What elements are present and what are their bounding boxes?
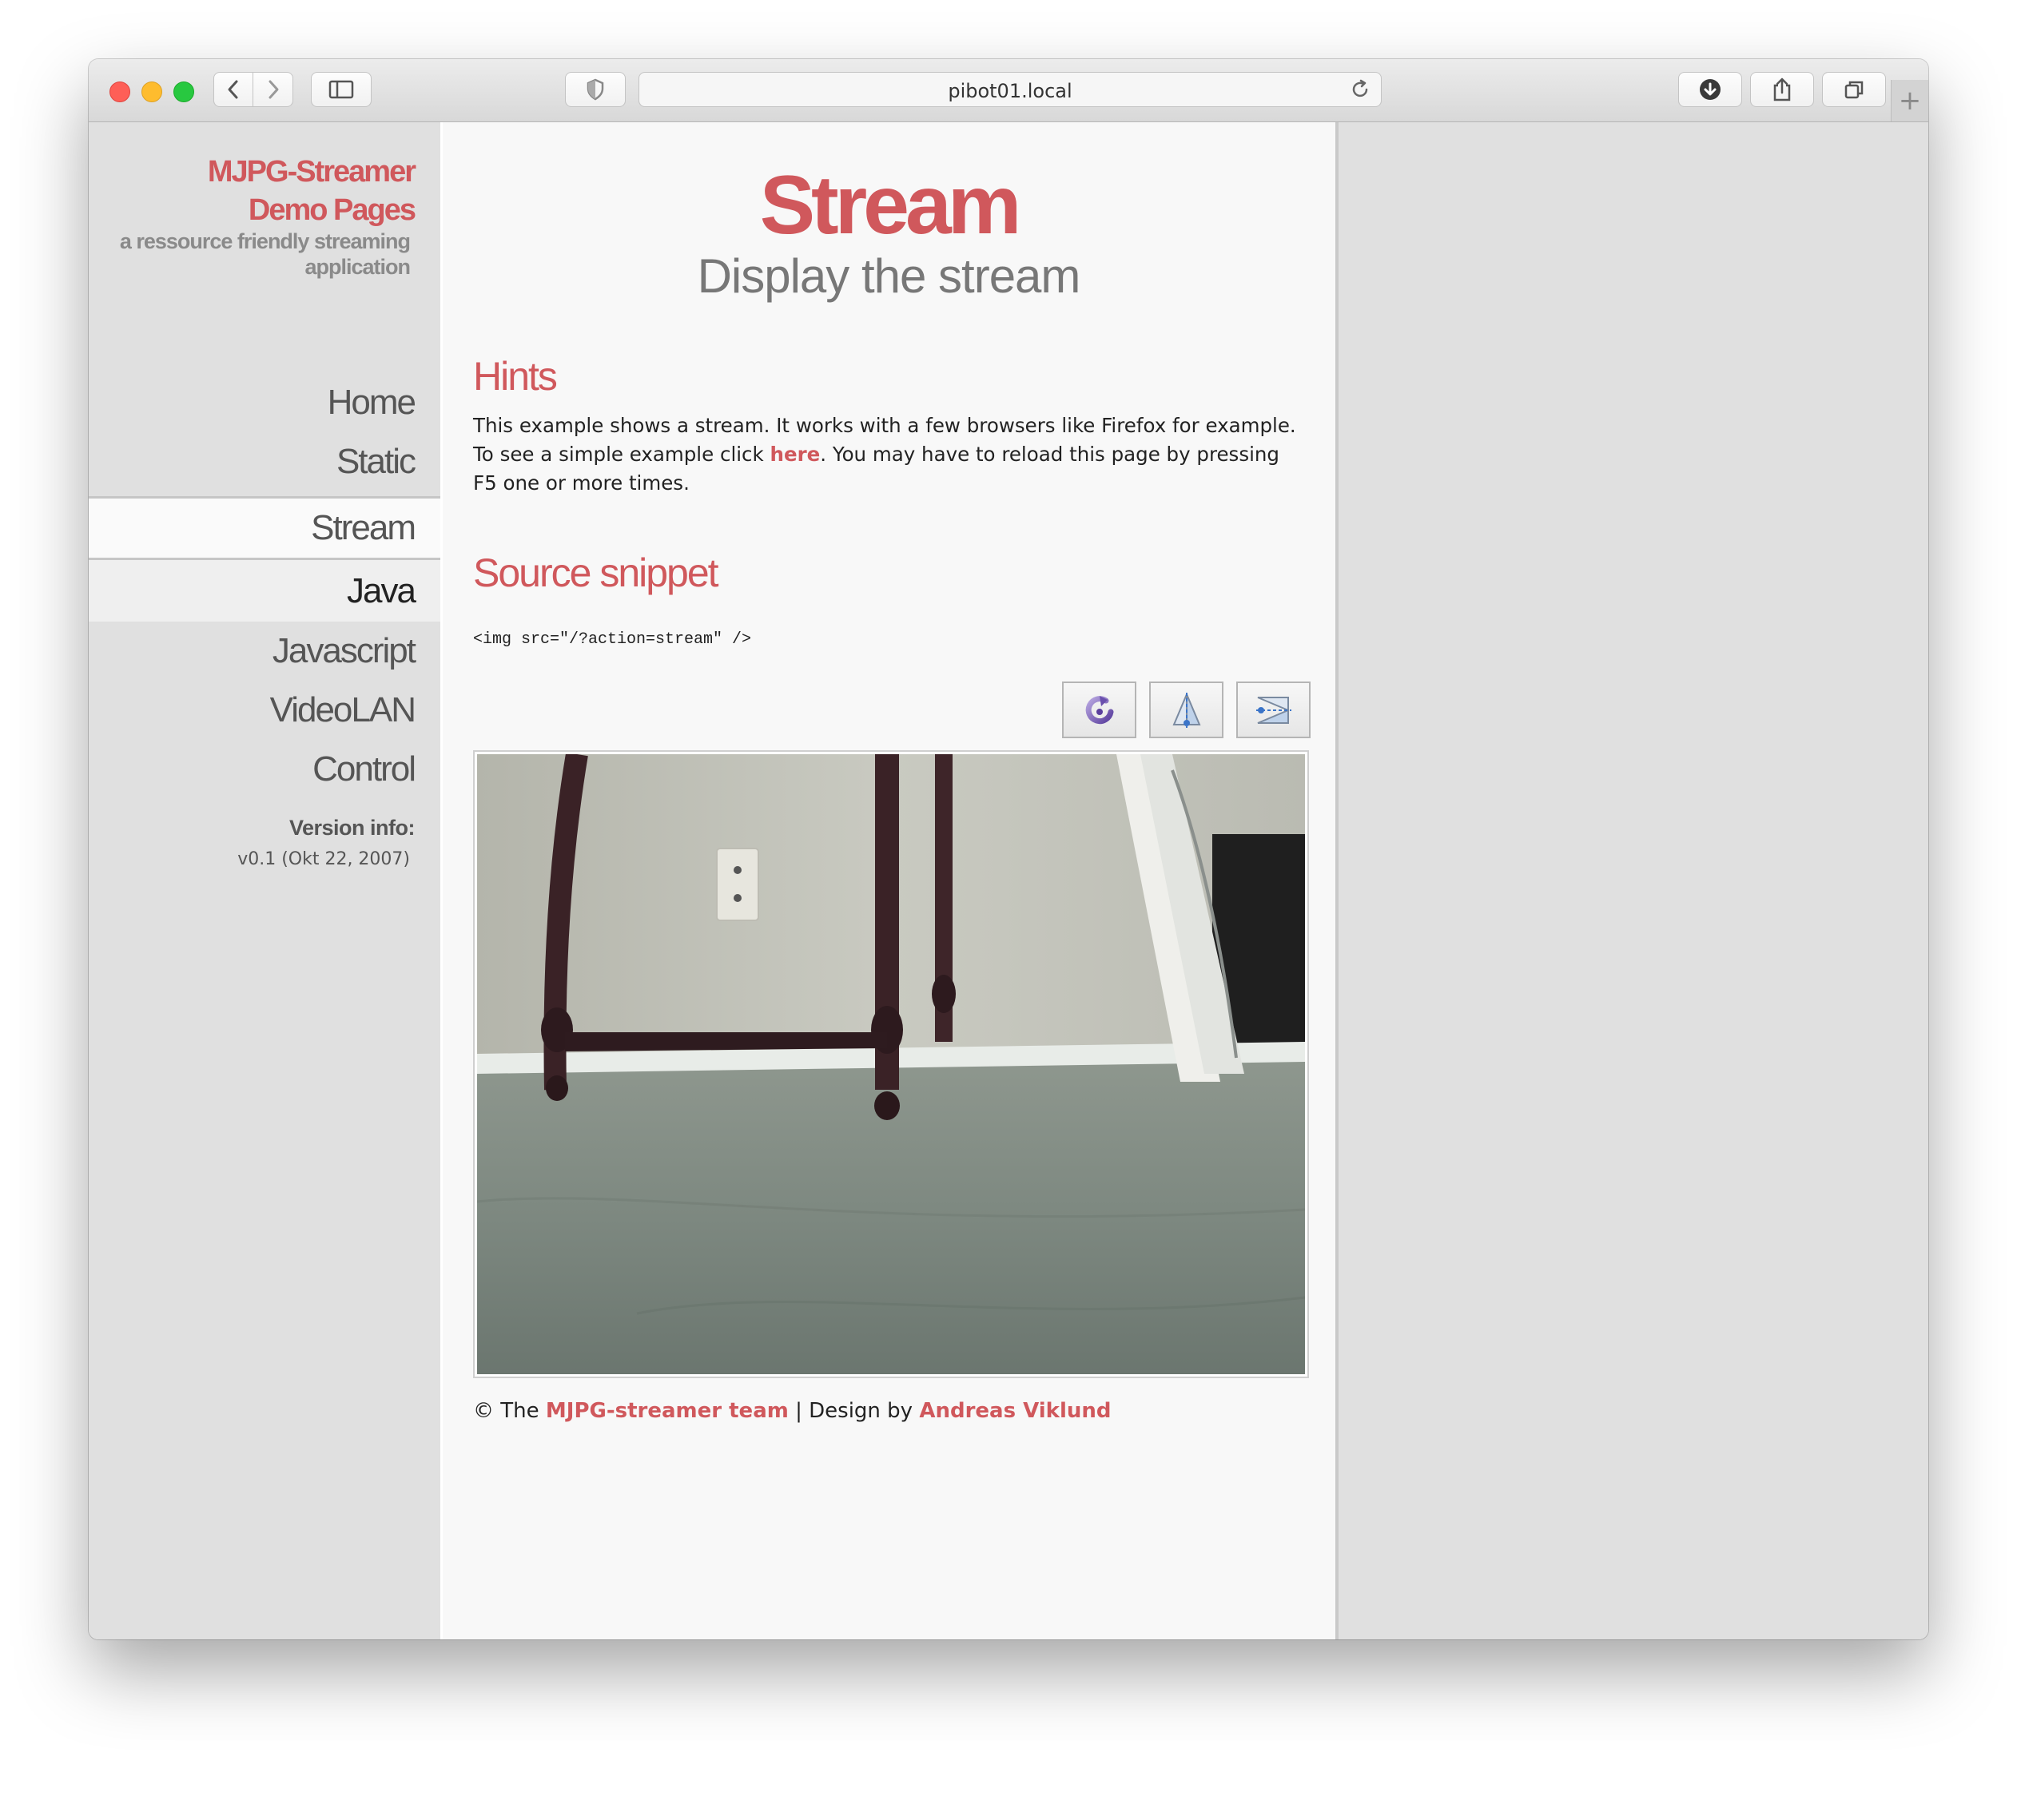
source-code: <img src="/?action=stream" /> [473, 630, 752, 649]
rotate-button[interactable] [1062, 682, 1136, 738]
address-bar[interactable]: pibot01.local [639, 72, 1382, 107]
url-text: pibot01.local [948, 80, 1072, 102]
browser-toolbar: pibot01.local + [89, 59, 1928, 122]
privacy-report-button[interactable] [565, 72, 626, 107]
designer-link[interactable]: Andreas Viklund [919, 1399, 1111, 1423]
zoom-window-button[interactable] [173, 81, 194, 102]
page-subtitle: Display the stream [697, 249, 1081, 303]
stream-frame [473, 750, 1309, 1378]
share-button[interactable] [1750, 72, 1814, 107]
minimize-window-button[interactable] [141, 81, 162, 102]
brand-title-line1: MJPG-Streamer [207, 155, 416, 189]
tab-overview-button[interactable] [1822, 72, 1886, 107]
page-title: Stream [759, 159, 1022, 252]
sidebar-toggle-button[interactable] [311, 72, 372, 107]
source-snippet-heading: Source snippet [473, 550, 719, 595]
history-nav [213, 72, 293, 107]
nav-videolan[interactable]: VideoLAN [89, 681, 440, 740]
sidebar-icon [328, 80, 354, 99]
back-button[interactable] [213, 72, 253, 107]
footer-mid: | Design by [788, 1399, 920, 1423]
download-icon [1700, 79, 1721, 100]
hints-heading: Hints [473, 354, 558, 399]
web-content: MJPG-Streamer Demo Pages a ressource fri… [89, 122, 1928, 1639]
tabs-icon [1844, 81, 1864, 99]
here-link[interactable]: here [770, 443, 821, 466]
nav-java[interactable]: Java [89, 560, 440, 622]
browser-window: pibot01.local + MJPG-Streamer Demo Pages… [89, 59, 1928, 1639]
brand-tagline: a ressource friendly streaming applicati… [119, 229, 411, 279]
hints-paragraph: This example shows a stream. It works wi… [473, 411, 1304, 498]
content-column: Stream Display the stream Hints This exa… [473, 122, 1311, 1496]
main-nav: Home Static Stream Java Javascript Video… [89, 373, 440, 799]
version-label: Version info: [288, 816, 416, 840]
forward-button[interactable] [253, 72, 293, 107]
share-icon [1773, 77, 1791, 101]
version-value: v0.1 (Okt 22, 2007) [237, 849, 410, 869]
flip-vertical-icon [1172, 692, 1201, 728]
flip-horizontal-button[interactable] [1236, 682, 1311, 738]
reload-icon[interactable] [1349, 78, 1371, 101]
brand-title-line2: Demo Pages [248, 193, 416, 227]
footer-prefix: © The [473, 1399, 546, 1423]
flip-horizontal-icon [1255, 696, 1291, 724]
rotate-icon [1085, 695, 1113, 724]
new-tab-button[interactable]: + [1891, 80, 1928, 121]
stream-image [477, 754, 1305, 1374]
chevron-left-icon [228, 80, 238, 99]
nav-control[interactable]: Control [89, 740, 440, 799]
close-window-button[interactable] [109, 81, 130, 102]
downloads-button[interactable] [1678, 72, 1742, 107]
brand-title: MJPG-Streamer Demo Pages [207, 153, 416, 229]
chevron-right-icon [269, 80, 278, 99]
team-link[interactable]: MJPG-streamer team [546, 1399, 789, 1423]
nav-static[interactable]: Static [89, 432, 440, 491]
nav-javascript[interactable]: Javascript [89, 622, 440, 681]
flip-vertical-button[interactable] [1149, 682, 1223, 738]
main-content: Stream Display the stream Hints This exa… [443, 122, 1339, 1639]
right-margin [1339, 122, 1928, 1639]
nav-home[interactable]: Home [89, 373, 440, 432]
nav-stream[interactable]: Stream [89, 496, 440, 560]
sidebar: MJPG-Streamer Demo Pages a ressource fri… [89, 122, 443, 1639]
shield-icon [587, 78, 604, 101]
footer: © The MJPG-streamer team | Design by And… [473, 1399, 1112, 1423]
